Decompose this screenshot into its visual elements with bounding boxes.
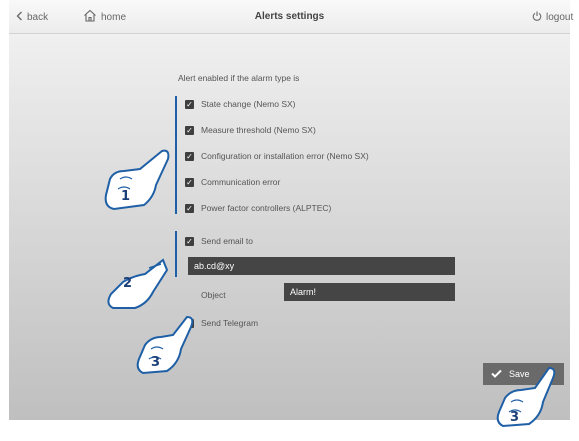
logout-button[interactable]: logout <box>532 11 573 24</box>
alert-item-communication-error[interactable]: ✓ Communication error <box>185 177 280 187</box>
alert-item-label: Configuration or installation error (Nem… <box>201 151 369 161</box>
check-icon[interactable]: ✓ <box>185 125 194 135</box>
check-icon[interactable]: ✓ <box>185 151 194 161</box>
check-icon[interactable]: ✓ <box>185 203 194 213</box>
object-label: Object <box>201 290 226 300</box>
check-icon[interactable]: ✓ <box>185 99 194 109</box>
send-telegram-label: Send Telegram <box>201 318 259 328</box>
power-icon <box>532 11 542 24</box>
alert-item-label: State change (Nemo SX) <box>201 99 296 109</box>
group-bracket-alerts <box>175 96 177 214</box>
callout-3-save: 3 <box>510 410 520 425</box>
alert-item-state-change[interactable]: ✓ State change (Nemo SX) <box>185 99 296 109</box>
pointing-hand-icon <box>136 315 194 375</box>
email-object-input[interactable]: Alarm! <box>284 283 455 301</box>
alert-item-label: Power factor controllers (ALPTEC) <box>201 203 332 213</box>
alert-item-label: Communication error <box>201 177 281 187</box>
check-icon[interactable]: ✓ <box>185 177 194 187</box>
pointing-hand-icon <box>107 258 169 309</box>
send-email-checkbox[interactable]: ✓ Send email to <box>185 236 253 246</box>
top-bar: back home Alerts settings logout <box>9 0 573 34</box>
callout-1: 1 <box>121 189 131 204</box>
email-address-input[interactable]: ab.cd@xy <box>188 257 455 275</box>
page-title: Alerts settings <box>254 11 325 22</box>
screen: back home Alerts settings logout Alert e… <box>9 0 573 420</box>
callout-3: 3 <box>151 355 161 370</box>
pointing-hand-icon <box>496 366 556 428</box>
send-email-label: Send email to <box>201 236 253 246</box>
pointing-hand-icon <box>104 149 170 211</box>
callout-2: 2 <box>123 276 133 291</box>
alert-item-label: Measure threshold (Nemo SX) <box>201 125 316 135</box>
alert-item-configuration-error[interactable]: ✓ Configuration or installation error (N… <box>185 151 369 161</box>
group-bracket-email <box>175 231 177 277</box>
check-icon[interactable]: ✓ <box>185 236 194 246</box>
logout-label: logout <box>546 12 574 23</box>
alerts-intro: Alert enabled if the alarm type is <box>178 73 300 83</box>
alert-item-power-factor[interactable]: ✓ Power factor controllers (ALPTEC) <box>185 203 331 213</box>
alert-item-measure-threshold[interactable]: ✓ Measure threshold (Nemo SX) <box>185 125 316 135</box>
